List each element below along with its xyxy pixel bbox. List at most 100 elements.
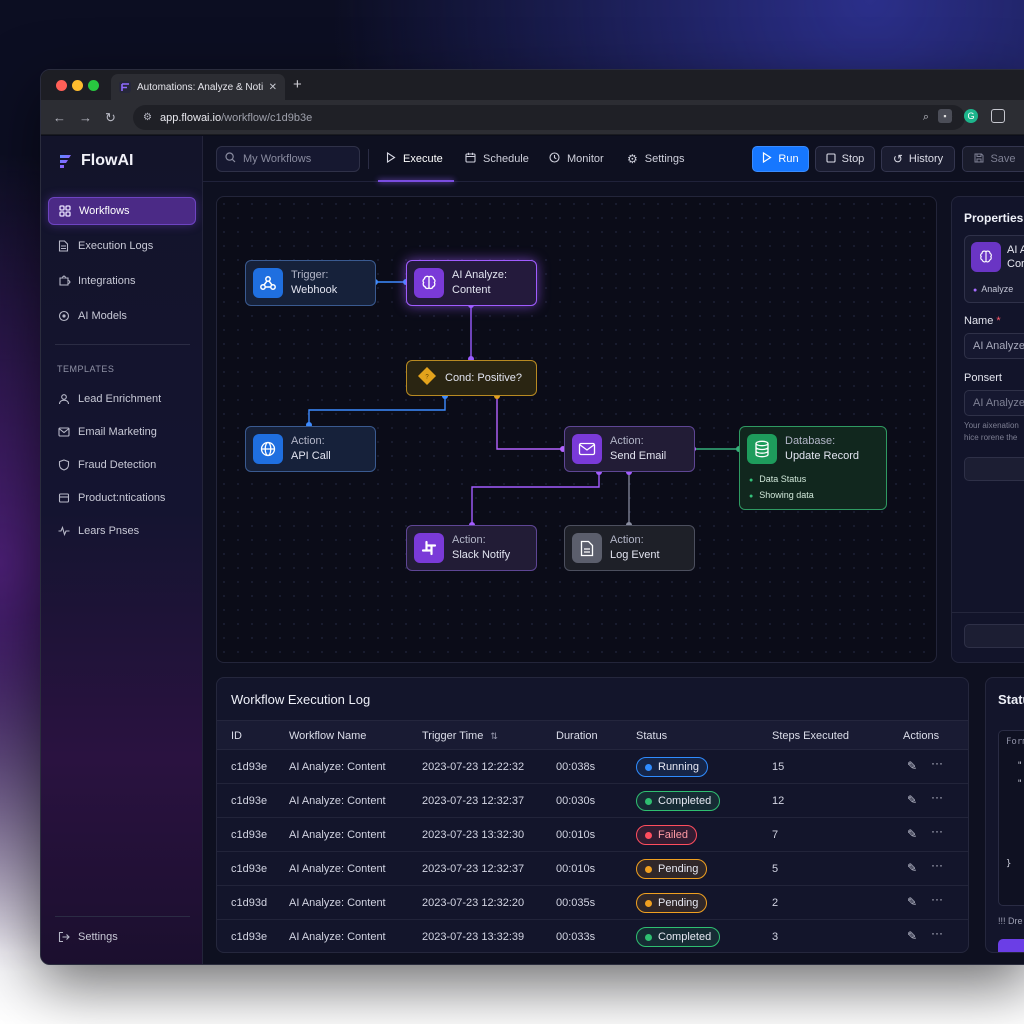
cell-workflow-name: AI Analyze: Content <box>289 931 386 943</box>
more-options-icon[interactable]: ··· <box>931 892 943 906</box>
node-condition[interactable]: ? Cond: Positive? <box>406 360 537 396</box>
sidebar-item-label: AI Models <box>78 310 127 322</box>
sort-icon[interactable]: ⇅ <box>490 731 498 741</box>
hint-line: Your aixenation <box>964 421 1019 430</box>
minimize-window-button[interactable] <box>72 80 83 91</box>
save-button[interactable]: Save <box>962 146 1024 172</box>
sidebar-item-execution-logs[interactable]: Execution Logs <box>48 232 196 260</box>
node-database-update-record[interactable]: Database: Update Record Data Status Showi… <box>739 426 887 510</box>
selected-node-card[interactable]: AI A Cor Analyze <box>964 235 1024 303</box>
node-action-api-call[interactable]: Action: API Call <box>245 426 376 472</box>
tab-monitor[interactable]: Monitor <box>549 146 604 172</box>
node-title: Slack Notify <box>452 549 511 561</box>
document-icon <box>57 240 70 253</box>
history-label: History <box>908 153 944 165</box>
maximize-window-button[interactable] <box>88 80 99 91</box>
forward-arrow-icon[interactable]: → <box>79 110 92 125</box>
url-field[interactable]: ⚙ app.flowai.io/workflow/c1d9b3e ⌕ ☆ <box>133 105 965 130</box>
search-icon <box>225 152 236 166</box>
status-primary-button[interactable] <box>998 939 1024 952</box>
close-window-button[interactable] <box>56 80 67 91</box>
search-input[interactable]: My Workflows <box>216 146 360 172</box>
extension-shield-icon[interactable]: ▪ <box>938 109 952 123</box>
templates-heading: TEMPLATES <box>57 364 115 374</box>
edit-pencil-icon[interactable]: ✎ <box>907 929 917 943</box>
run-button[interactable]: Run <box>752 146 809 172</box>
edit-pencil-icon[interactable]: ✎ <box>907 861 917 875</box>
zoom-icon[interactable]: ⌕ <box>923 111 929 124</box>
sidebar-item-integrations[interactable]: Integrations <box>48 267 196 295</box>
template-product-notifications[interactable]: Product:ntications <box>48 484 196 512</box>
tab-settings[interactable]: ⚙ Settings <box>627 146 685 172</box>
tab-close-icon[interactable]: ✕ <box>269 82 277 93</box>
sidebar-item-ai-models[interactable]: AI Models <box>48 302 196 330</box>
node-action-log-event[interactable]: Action: Log Event <box>564 525 695 571</box>
cell-trigger-time: 2023-07-23 12:22:32 <box>422 761 525 773</box>
column-header-duration[interactable]: Duration <box>556 730 598 742</box>
reload-icon[interactable]: ↻ <box>105 110 116 126</box>
webhook-icon <box>253 268 283 298</box>
flowai-favicon-icon <box>119 81 131 93</box>
cell-duration: 00:010s <box>556 829 596 841</box>
column-header-steps[interactable]: Steps Executed <box>772 730 849 742</box>
node-type: Action: <box>610 534 644 546</box>
tab-schedule[interactable]: Schedule <box>465 146 529 172</box>
table-row[interactable]: c1d93e AI Analyze: Content 2023-07-23 13:3… <box>217 818 968 852</box>
extension-g-icon[interactable]: G <box>964 109 978 123</box>
edit-pencil-icon[interactable]: ✎ <box>907 895 917 909</box>
column-header-workflow-name[interactable]: Workflow Name <box>289 730 366 742</box>
prompt-input[interactable]: AI Analyze <box>964 390 1024 416</box>
table-row[interactable]: c1d93d AI Analyze: Content 2023-07-23 12:3… <box>217 886 968 920</box>
more-options-icon[interactable]: ··· <box>931 756 943 770</box>
status-badge: Failed <box>636 825 697 845</box>
name-input[interactable]: AI Analyze <box>964 333 1024 359</box>
template-leads-pulse[interactable]: Lears Pnses <box>48 517 196 545</box>
sidebar-item-label: Workflows <box>79 205 130 217</box>
column-header-trigger-time[interactable]: Trigger Time ⇅ <box>422 730 498 742</box>
sidebar-item-workflows[interactable]: Workflows <box>48 197 196 225</box>
properties-footer-button[interactable] <box>964 624 1024 648</box>
stop-square-icon <box>826 152 836 166</box>
tab-execute[interactable]: Execute <box>386 146 443 172</box>
cell-duration: 00:030s <box>556 795 596 807</box>
history-button[interactable]: ↺ History <box>881 146 955 172</box>
node-action-slack-notify[interactable]: Action: Slack Notify <box>406 525 537 571</box>
table-row[interactable]: c1d93e AI Analyze: Content 2023-07-23 12:2… <box>217 750 968 784</box>
properties-action-button[interactable]: 4 <box>964 457 1024 481</box>
column-header-id[interactable]: ID <box>231 730 242 742</box>
node-action-send-email[interactable]: Action: Send Email <box>564 426 695 472</box>
user-icon <box>57 393 70 406</box>
more-options-icon[interactable]: ··· <box>931 824 943 838</box>
node-ai-analyze[interactable]: AI Analyze: Content <box>406 260 537 306</box>
stop-button[interactable]: Stop <box>815 146 875 172</box>
app-brand[interactable]: FlowAI <box>57 152 133 170</box>
cell-id: c1d93d <box>231 897 268 909</box>
new-tab-button[interactable]: + <box>293 76 302 93</box>
workflow-canvas[interactable]: Trigger: Webhook AI Analyze: Content ? Con… <box>216 196 937 663</box>
more-options-icon[interactable]: ··· <box>931 858 943 872</box>
more-options-icon[interactable]: ··· <box>931 926 943 940</box>
edit-pencil-icon[interactable]: ✎ <box>907 759 917 773</box>
more-options-icon[interactable]: ··· <box>931 790 943 804</box>
template-fraud-detection[interactable]: Fraud Detection <box>48 451 196 479</box>
edit-pencil-icon[interactable]: ✎ <box>907 793 917 807</box>
site-settings-icon[interactable]: ⚙ <box>143 112 152 123</box>
node-trigger-webhook[interactable]: Trigger: Webhook <box>245 260 376 306</box>
active-tab-indicator <box>378 180 454 182</box>
browser-tab[interactable]: Automations: Analyze & Noti ✕ <box>111 74 285 100</box>
cell-steps: 2 <box>772 897 779 909</box>
extensions-puzzle-icon[interactable] <box>991 109 1005 123</box>
table-row[interactable]: c1d93e AI Analyze: Content 2023-07-23 13:3… <box>217 920 968 952</box>
back-arrow-icon[interactable]: ← <box>53 110 66 125</box>
table-row[interactable]: c1d93e AI Analyze: Content 2023-07-23 12:3… <box>217 784 968 818</box>
template-email-marketing[interactable]: Email Marketing <box>48 418 196 446</box>
column-header-status[interactable]: Status <box>636 730 667 742</box>
sidebar-settings[interactable]: Settings <box>48 923 196 951</box>
edit-pencil-icon[interactable]: ✎ <box>907 827 917 841</box>
template-label: Email Marketing <box>78 426 157 438</box>
template-lead-enrichment[interactable]: Lead Enrichment <box>48 385 196 413</box>
tab-label: Execute <box>403 153 443 165</box>
gear-icon: ⚙ <box>627 152 638 166</box>
table-row[interactable]: c1d93e AI Analyze: Content 2023-07-23 12:3… <box>217 852 968 886</box>
flowai-logo-icon <box>57 153 73 169</box>
